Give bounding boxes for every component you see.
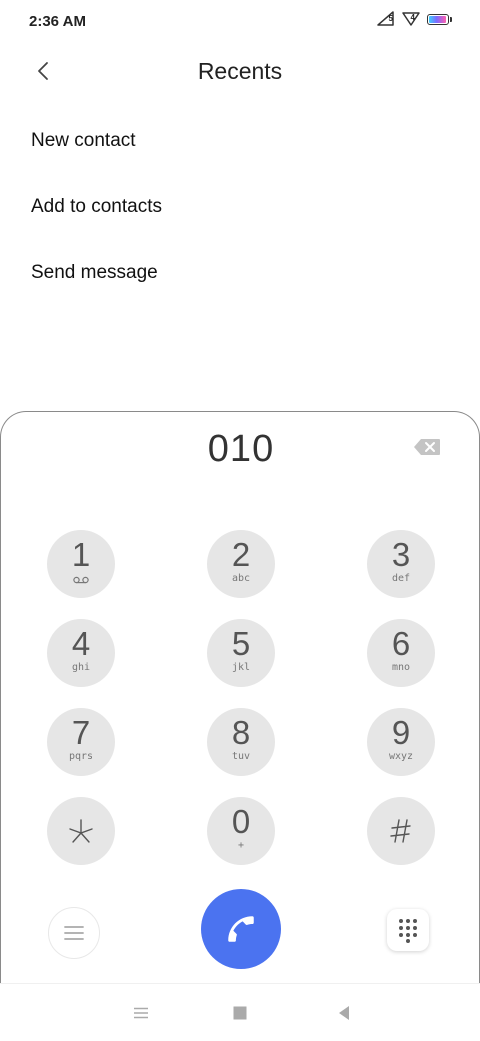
- key-6[interactable]: 6 mno: [367, 619, 435, 687]
- dialpad-icon: [399, 919, 417, 943]
- nav-back-button[interactable]: [333, 1002, 355, 1024]
- dialpad-toggle-button[interactable]: [387, 909, 429, 951]
- menu-icon: [134, 1007, 148, 1019]
- nav-home-button[interactable]: [229, 1002, 251, 1024]
- key-digit: 5: [231, 625, 251, 662]
- key-5[interactable]: 5 jkl: [207, 619, 275, 687]
- signal-icon: 4: [402, 11, 420, 27]
- call-button[interactable]: [201, 889, 281, 969]
- key-letters: +: [237, 840, 245, 851]
- key-digit: 0: [231, 803, 251, 840]
- key-9[interactable]: 9 wxyz: [367, 708, 435, 776]
- key-digit: 3: [391, 536, 411, 573]
- key-digit: 6: [391, 625, 411, 662]
- key-letters: abc: [231, 573, 251, 584]
- battery-icon: [427, 13, 449, 25]
- signal-icon: 5: [377, 11, 395, 27]
- key-7[interactable]: 7 pqrs: [47, 708, 115, 776]
- backspace-button[interactable]: [413, 438, 441, 456]
- dialed-number: 010: [207, 428, 275, 470]
- new-contact-option[interactable]: New contact: [31, 124, 162, 190]
- navigation-bar: [0, 983, 480, 1041]
- nav-menu-button[interactable]: [130, 1002, 152, 1024]
- send-message-option[interactable]: Send message: [31, 256, 162, 322]
- key-digit: 7: [71, 714, 91, 751]
- key-letters: wxyz: [388, 751, 414, 762]
- key-hash[interactable]: [367, 797, 435, 865]
- key-letters: pqrs: [68, 751, 94, 762]
- key-digit: 9: [391, 714, 411, 751]
- add-to-contacts-option[interactable]: Add to contacts: [31, 190, 162, 256]
- sim1-label: 5: [388, 14, 393, 23]
- dialer-panel: 010 1 2 abc 3 def 4 ghi 5 jkl 6 mno 7 pq…: [0, 411, 480, 984]
- key-letters: jkl: [231, 662, 251, 673]
- key-letters: tuv: [231, 751, 251, 762]
- asterisk-icon: [47, 797, 115, 865]
- menu-button[interactable]: [48, 907, 100, 959]
- status-time: 2:36 AM: [29, 13, 86, 30]
- key-digit: 8: [231, 714, 251, 751]
- menu-icon: [64, 926, 84, 940]
- backspace-icon: [414, 439, 440, 455]
- battery-tip: [450, 16, 452, 22]
- key-2[interactable]: 2 abc: [207, 530, 275, 598]
- key-1[interactable]: 1: [47, 530, 115, 598]
- hash-icon: [367, 797, 435, 865]
- key-star[interactable]: [47, 797, 115, 865]
- option-list: New contact Add to contacts Send message: [31, 124, 162, 322]
- key-letters: ghi: [71, 662, 91, 673]
- key-0[interactable]: 0 +: [207, 797, 275, 865]
- key-8[interactable]: 8 tuv: [207, 708, 275, 776]
- phone-icon: [228, 916, 254, 942]
- status-icons: 5 4: [377, 11, 452, 27]
- sim2-label: 4: [410, 13, 415, 22]
- status-bar: 2:36 AM 5 4: [0, 0, 480, 42]
- key-letters: def: [391, 573, 411, 584]
- page-title: Recents: [197, 58, 283, 84]
- back-triangle-icon: [339, 1006, 349, 1020]
- voicemail-icon: [73, 576, 89, 584]
- key-digit: 2: [231, 536, 251, 573]
- key-digit: 1: [71, 536, 91, 573]
- key-4[interactable]: 4 ghi: [47, 619, 115, 687]
- key-letters: mno: [391, 662, 411, 673]
- key-digit: 4: [71, 625, 91, 662]
- square-icon: [233, 1006, 247, 1020]
- key-3[interactable]: 3 def: [367, 530, 435, 598]
